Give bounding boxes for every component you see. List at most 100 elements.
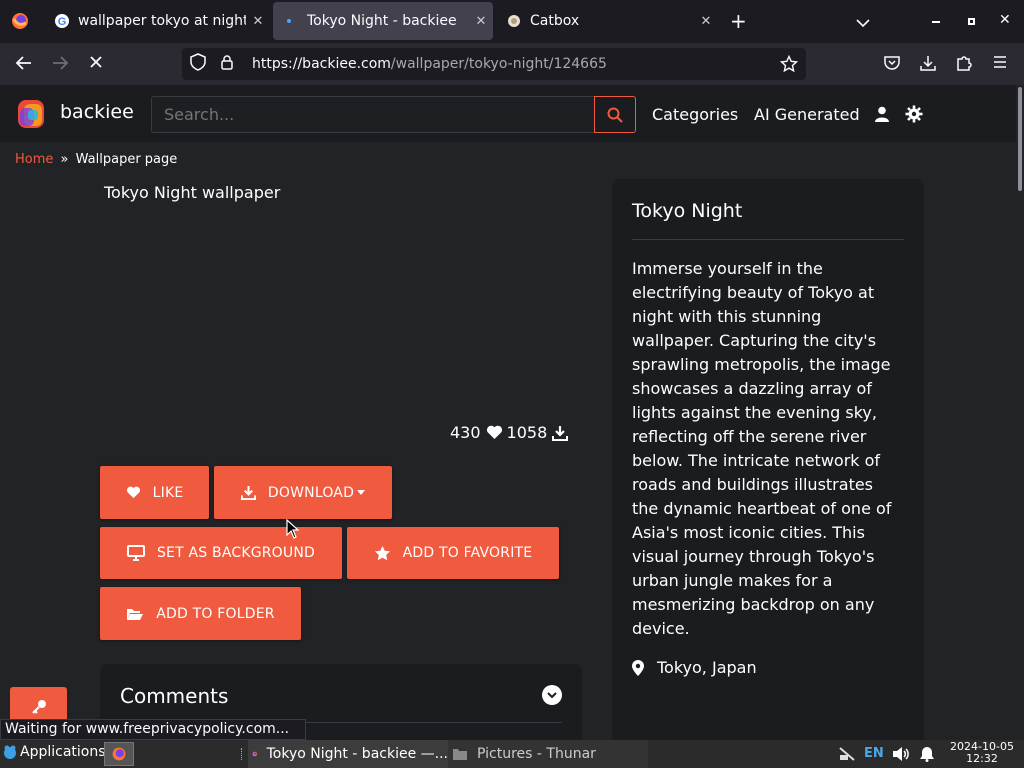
- backiee-logo-icon[interactable]: [16, 98, 46, 134]
- list-tabs-chevron-icon[interactable]: [856, 13, 870, 32]
- site-header: backiee Categories AI Generated: [0, 85, 1016, 142]
- breadcrumb-separator: »: [60, 152, 69, 167]
- breadcrumb-current: Wallpaper page: [75, 152, 178, 167]
- mouse-cursor-icon: [286, 518, 300, 543]
- new-tab-button[interactable]: +: [730, 9, 747, 33]
- comments-title: Comments: [120, 684, 229, 708]
- applications-menu[interactable]: Applications: [2, 744, 106, 760]
- pocket-icon[interactable]: [881, 54, 903, 77]
- likes-count: 430: [450, 423, 481, 442]
- notifications-bell-icon[interactable]: [919, 746, 935, 766]
- hamburger-menu-icon[interactable]: [989, 54, 1011, 75]
- add-to-favorite-label: ADD TO FAVORITE: [402, 545, 533, 561]
- url-bar[interactable]: https://backiee.com/wallpaper/tokyo-nigh…: [182, 48, 806, 80]
- firefox-icon: [252, 751, 258, 757]
- tab-catbox[interactable]: Catbox ✕: [496, 2, 718, 40]
- clock[interactable]: 2024-10-05 12:32: [944, 741, 1020, 765]
- heart-icon: [486, 425, 502, 439]
- chevron-down-icon: [547, 691, 557, 698]
- breadcrumb: Home » Wallpaper page: [15, 152, 177, 167]
- add-to-folder-label: ADD TO FOLDER: [156, 605, 275, 622]
- back-arrow-icon[interactable]: [13, 54, 35, 77]
- info-card-title: Tokyo Night: [632, 200, 743, 222]
- url-host: https://backiee.com: [252, 56, 391, 72]
- download-button-label: DOWNLOAD: [267, 484, 355, 501]
- nav-ai-generated-link[interactable]: AI Generated: [754, 105, 860, 124]
- close-tab-icon[interactable]: ✕: [246, 14, 270, 29]
- search-icon: [607, 107, 623, 123]
- wallpaper-title: Tokyo Night wallpaper: [104, 183, 281, 202]
- nav-categories-link[interactable]: Categories: [652, 105, 738, 124]
- browser-status-text: Waiting for www.freeprivacypolicy.com...: [0, 719, 307, 740]
- tab-backiee[interactable]: Tokyo Night - backiee ✕: [273, 2, 493, 40]
- downloads-count: 1058: [506, 423, 548, 442]
- tab-title: Tokyo Night - backiee: [307, 13, 457, 29]
- network-icon[interactable]: [838, 746, 856, 766]
- firefox-launcher-icon[interactable]: [104, 742, 134, 766]
- google-icon: G: [54, 13, 70, 29]
- extensions-puzzle-icon[interactable]: [953, 54, 975, 77]
- theme-toggle-gear-icon[interactable]: [905, 105, 923, 127]
- maximize-window-icon[interactable]: [968, 18, 975, 25]
- tab-google-search[interactable]: G wallpaper tokyo at night ✕: [44, 2, 270, 40]
- taskbar-window-firefox[interactable]: Tokyo Night - backiee —...: [248, 740, 448, 768]
- os-taskbar: Applications Tokyo Night - backiee —... …: [0, 740, 1024, 768]
- search-input[interactable]: [151, 96, 594, 133]
- url-path: /wallpaper/tokyo-night/124665: [390, 56, 607, 72]
- close-tab-icon[interactable]: ✕: [469, 14, 493, 29]
- tab-title: wallpaper tokyo at night: [78, 13, 246, 29]
- comments-toggle-button[interactable]: [542, 685, 562, 705]
- folder-open-icon: [127, 608, 144, 620]
- wallpaper-stats: 430 1058: [450, 423, 569, 442]
- wallpaper-info-card: Tokyo Night Immerse yourself in the elec…: [612, 179, 924, 740]
- star-icon: [374, 545, 390, 560]
- add-to-favorite-button[interactable]: ADD TO FAVORITE: [347, 527, 559, 579]
- key-icon: [31, 700, 46, 714]
- browser-tab-bar: G wallpaper tokyo at night ✕ Tokyo Night…: [0, 0, 1024, 43]
- set-as-background-button[interactable]: SET AS BACKGROUND: [100, 527, 342, 579]
- bookmark-star-icon[interactable]: [779, 54, 799, 77]
- lock-icon[interactable]: [220, 54, 236, 74]
- xfce-mouse-icon: [4, 745, 16, 759]
- tab-title: Catbox: [530, 13, 580, 29]
- folder-icon: [453, 749, 467, 760]
- applications-label: Applications: [20, 744, 106, 760]
- download-icon: [552, 425, 569, 441]
- keyboard-layout-indicator[interactable]: EN: [864, 746, 884, 761]
- forward-arrow-icon[interactable]: [49, 54, 71, 77]
- user-icon[interactable]: [875, 106, 889, 126]
- web-page: backiee Categories AI Generated Home » W…: [0, 85, 1016, 740]
- add-to-folder-button[interactable]: ADD TO FOLDER: [100, 587, 301, 640]
- map-pin-icon: [632, 659, 644, 676]
- stop-loading-icon[interactable]: [85, 54, 107, 75]
- set-as-background-label: SET AS BACKGROUND: [156, 545, 316, 561]
- close-tab-icon[interactable]: ✕: [694, 14, 718, 29]
- browser-nav-bar: https://backiee.com/wallpaper/tokyo-nigh…: [0, 43, 1024, 85]
- close-window-icon[interactable]: ✕: [999, 12, 1011, 28]
- info-card-divider: [632, 239, 904, 240]
- heart-icon: [126, 486, 140, 499]
- site-logo-text[interactable]: backiee: [60, 101, 134, 123]
- like-button-label: LIKE: [152, 484, 184, 501]
- location-text: Tokyo, Japan: [657, 658, 757, 677]
- backiee-icon: [283, 13, 299, 29]
- search-button[interactable]: [594, 96, 636, 133]
- svg-text:G: G: [58, 16, 67, 28]
- downloads-icon[interactable]: [917, 54, 939, 77]
- firefox-menu-icon[interactable]: [10, 11, 30, 31]
- download-icon: [240, 485, 256, 500]
- scrollbar-thumb[interactable]: [1018, 87, 1022, 191]
- location: Tokyo, Japan: [632, 658, 757, 677]
- minimize-window-icon[interactable]: [932, 21, 940, 23]
- like-button[interactable]: LIKE: [100, 466, 209, 519]
- catbox-icon: [506, 13, 522, 29]
- download-dropdown-button[interactable]: DOWNLOAD: [214, 466, 392, 519]
- wallpaper-description: Immerse yourself in the electrifying bea…: [632, 259, 892, 638]
- taskbar-window-title: Tokyo Night - backiee —...: [266, 746, 448, 762]
- caret-down-icon: [357, 489, 366, 495]
- breadcrumb-home-link[interactable]: Home: [15, 152, 53, 167]
- tracking-protection-shield-icon[interactable]: [190, 53, 208, 75]
- volume-icon[interactable]: [892, 746, 910, 766]
- page-scrollbar[interactable]: [1016, 85, 1024, 740]
- taskbar-window-thunar[interactable]: Pictures - Thunar: [448, 740, 648, 768]
